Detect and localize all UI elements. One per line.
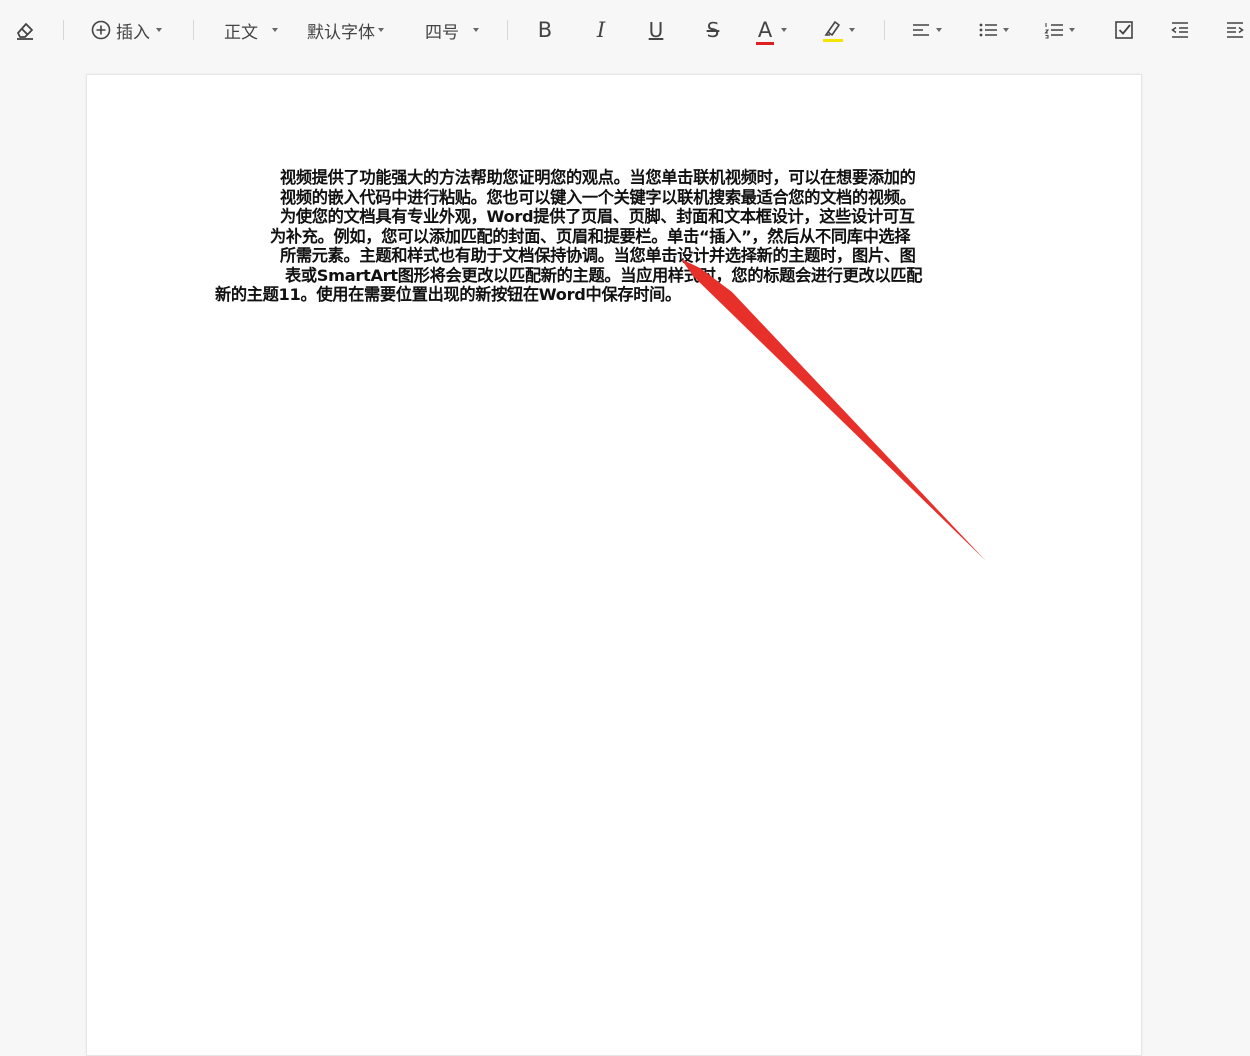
chevron-down-icon xyxy=(156,28,162,32)
insert-label: 插入 xyxy=(116,22,150,43)
underline-button[interactable]: U xyxy=(643,14,669,46)
chevron-down-icon xyxy=(378,28,384,32)
bold-icon: B xyxy=(537,18,553,42)
font-color-bar xyxy=(756,42,774,45)
italic-button[interactable]: I xyxy=(588,14,614,46)
checkbox-icon xyxy=(1115,21,1133,39)
chevron-down-icon xyxy=(936,28,942,32)
paragraph-style-select[interactable]: 正文 xyxy=(224,14,286,46)
numbered-list-icon xyxy=(1044,23,1063,39)
italic-icon: I xyxy=(596,18,606,42)
toolbar-divider xyxy=(193,20,194,40)
highlighter-icon xyxy=(822,18,844,42)
numbered-list-select[interactable] xyxy=(1043,14,1083,46)
document-line: 为补充。例如，您可以添加匹配的封面、页眉和提要栏。单击“插入”，然后从不同库中选… xyxy=(270,226,911,246)
insert-button[interactable]: 插入 xyxy=(90,14,170,46)
underline-icon: U xyxy=(648,18,664,42)
toolbar-divider xyxy=(507,20,508,40)
task-list-button[interactable] xyxy=(1111,14,1137,46)
chevron-down-icon xyxy=(272,28,278,32)
font-size-select[interactable]: 四号 xyxy=(425,14,487,46)
indent-icon xyxy=(1227,22,1244,38)
bold-button[interactable]: B xyxy=(532,14,558,46)
align-select[interactable] xyxy=(910,14,950,46)
toolbar-divider xyxy=(63,20,64,40)
bullet-list-select[interactable] xyxy=(977,14,1017,46)
font-size-value: 四号 xyxy=(425,22,459,43)
eraser-icon xyxy=(17,23,33,40)
document-line: 为使您的文档具有专业外观，Word提供了页眉、页脚、封面和文本框设计，这些设计可… xyxy=(280,207,915,226)
chevron-down-icon xyxy=(473,28,479,32)
document-line: 视频提供了功能强大的方法帮助您证明您的观点。当您单击联机视频时，可以在想要添加的 xyxy=(280,168,916,187)
chevron-down-icon xyxy=(1003,28,1009,32)
chevron-down-icon xyxy=(849,28,855,32)
highlight-button[interactable] xyxy=(822,14,864,46)
document-line: 表或SmartArt图形将会更改以匹配新的主题。当应用样式时，您的标题会进行更改… xyxy=(285,265,923,285)
plus-circle-icon xyxy=(91,20,111,40)
font-color-icon: A xyxy=(754,18,776,45)
document-line: 新的主题11。使用在需要位置出现的新按钮在Word中保存时间。 xyxy=(215,285,681,304)
chevron-down-icon xyxy=(781,28,787,32)
highlight-color-bar xyxy=(823,39,843,42)
document-body[interactable]: 视频提供了功能强大的方法帮助您证明您的观点。当您单击联机视频时，可以在想要添加的… xyxy=(210,168,1000,305)
editor-toolbar: 插入 正文 默认字体 四号 B I U S A xyxy=(0,0,1250,60)
clear-format-button[interactable] xyxy=(12,14,38,46)
document-line: 所需元素。主题和样式也有助于文档保持协调。当您单击设计并选择新的主题时，图片、图 xyxy=(280,246,916,265)
outdent-button[interactable] xyxy=(1167,14,1193,46)
strikethrough-icon: S xyxy=(706,18,720,42)
paragraph-style-value: 正文 xyxy=(224,22,258,43)
indent-button[interactable] xyxy=(1222,14,1248,46)
font-color-button[interactable]: A xyxy=(754,14,798,46)
font-color-letter: A xyxy=(757,18,773,42)
outdent-icon xyxy=(1171,22,1188,38)
toolbar-divider xyxy=(884,20,885,40)
font-family-value: 默认字体 xyxy=(307,22,375,43)
document-line: 视频的嵌入代码中进行粘贴。您也可以键入一个关键字以联机搜索最适合您的文档的视频。 xyxy=(280,187,916,207)
font-family-select[interactable]: 默认字体 xyxy=(307,14,399,46)
bullet-list-icon xyxy=(979,23,997,37)
align-left-icon xyxy=(913,24,929,36)
chevron-down-icon xyxy=(1069,28,1075,32)
strikethrough-button[interactable]: S xyxy=(700,14,726,46)
